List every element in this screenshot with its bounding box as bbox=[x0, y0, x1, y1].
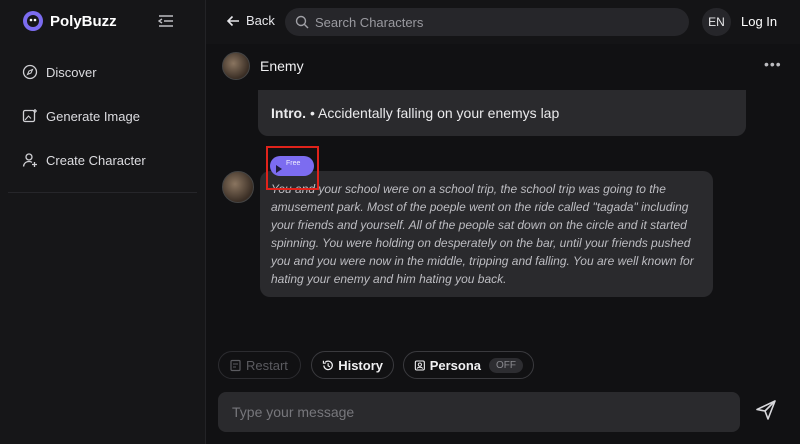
app-name: PolyBuzz bbox=[50, 12, 117, 30]
character-avatar[interactable] bbox=[222, 52, 250, 80]
collapse-sidebar-icon[interactable] bbox=[158, 14, 174, 28]
intro-text: • Accidentally falling on your enemys la… bbox=[310, 105, 560, 121]
sidebar: PolyBuzz Discover Generate Image Create … bbox=[0, 0, 206, 444]
persona-card-icon bbox=[414, 359, 425, 371]
intro-banner: Intro. • Accidentally falling on your en… bbox=[258, 90, 746, 136]
search-input[interactable] bbox=[315, 14, 675, 30]
top-bar: Back EN Log In bbox=[206, 0, 800, 44]
language-button[interactable]: EN bbox=[702, 8, 731, 36]
persona-status-badge: OFF bbox=[489, 357, 523, 373]
polybuzz-logo-icon bbox=[23, 11, 43, 31]
persona-toggle[interactable]: Persona OFF bbox=[403, 351, 534, 379]
send-icon[interactable] bbox=[754, 398, 778, 422]
user-plus-icon bbox=[22, 153, 37, 167]
restart-label: Restart bbox=[246, 357, 288, 373]
sidebar-item-label: Create Character bbox=[46, 152, 146, 168]
play-icon bbox=[276, 165, 282, 173]
history-icon bbox=[322, 360, 333, 370]
intro-label: Intro. bbox=[271, 105, 306, 121]
message-avatar[interactable] bbox=[222, 171, 254, 203]
sidebar-divider bbox=[8, 192, 197, 193]
sidebar-item-generate-image[interactable]: Generate Image bbox=[0, 94, 205, 138]
sidebar-item-label: Generate Image bbox=[46, 108, 140, 124]
free-voice-play-button[interactable]: Free bbox=[270, 156, 314, 176]
message-input[interactable] bbox=[232, 404, 722, 420]
sidebar-item-create-character[interactable]: Create Character bbox=[0, 138, 205, 182]
back-label: Back bbox=[246, 13, 275, 28]
restart-button[interactable]: Restart bbox=[218, 351, 301, 379]
arrow-left-icon bbox=[226, 15, 239, 26]
history-label: History bbox=[338, 357, 383, 373]
message-composer[interactable] bbox=[218, 392, 740, 432]
search-bar[interactable] bbox=[285, 8, 689, 36]
free-label: Free bbox=[286, 159, 301, 167]
character-header: Enemy bbox=[222, 52, 304, 80]
persona-label: Persona bbox=[429, 357, 481, 373]
chat-panel: Enemy ••• Intro. • Accidentally falling … bbox=[206, 44, 800, 444]
more-options-button[interactable]: ••• bbox=[764, 56, 782, 72]
sidebar-item-label: Discover bbox=[46, 64, 97, 80]
sidebar-item-discover[interactable]: Discover bbox=[0, 50, 205, 94]
login-button[interactable]: Log In bbox=[741, 14, 777, 29]
image-plus-icon bbox=[22, 109, 37, 123]
back-button[interactable]: Back bbox=[226, 13, 275, 28]
history-button[interactable]: History bbox=[311, 351, 394, 379]
logo[interactable]: PolyBuzz bbox=[22, 10, 117, 32]
document-icon bbox=[230, 359, 241, 371]
compass-icon bbox=[22, 64, 38, 80]
sidebar-nav: Discover Generate Image Create Character bbox=[0, 50, 205, 182]
character-message: You and your school were on a school tri… bbox=[260, 171, 713, 297]
search-icon bbox=[295, 15, 309, 29]
character-name: Enemy bbox=[260, 58, 304, 74]
